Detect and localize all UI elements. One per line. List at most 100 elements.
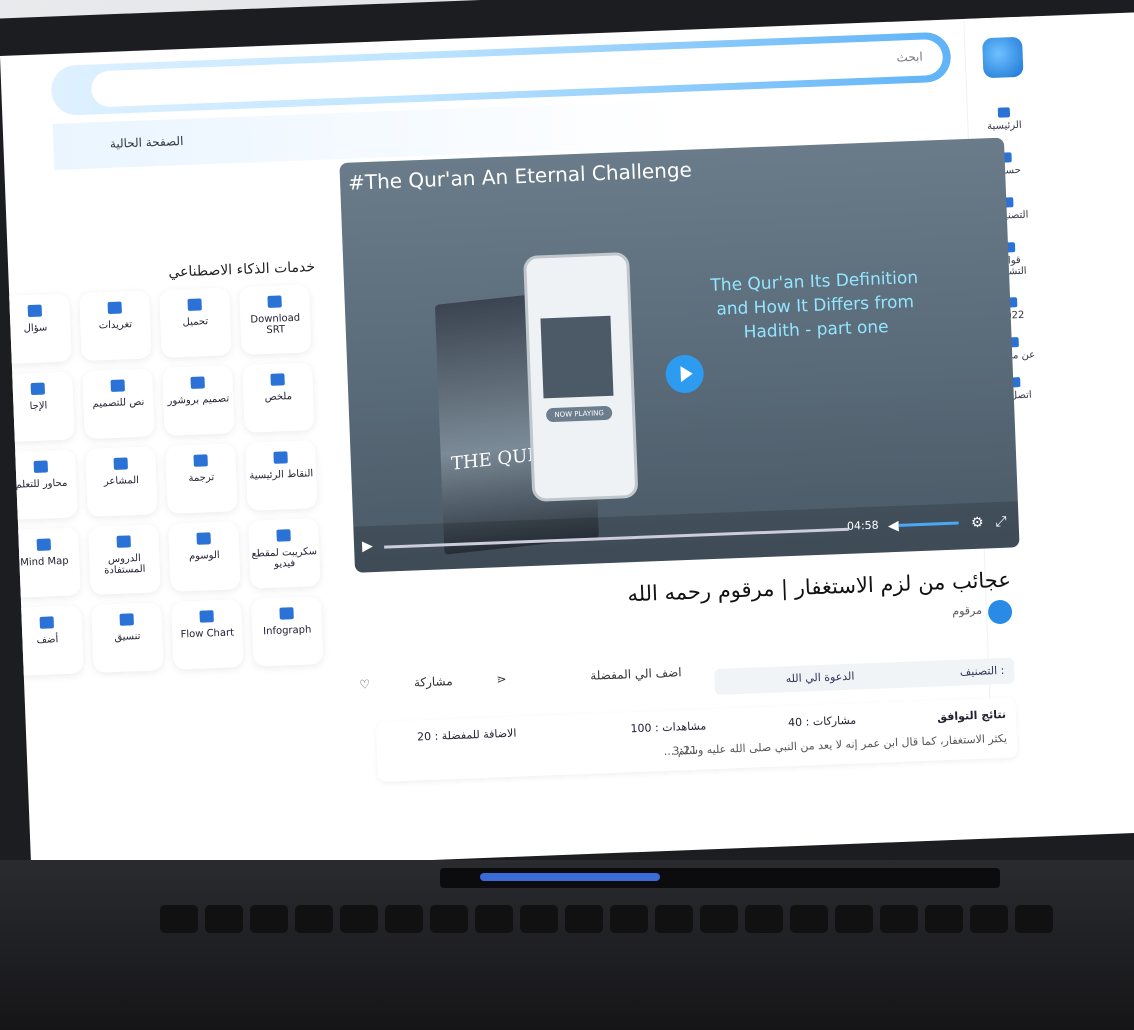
video-player[interactable]: #The Qur'an An Eternal Challenge THE QUR… bbox=[339, 137, 1020, 573]
ai-card-label: ترجمة bbox=[188, 472, 215, 485]
ai-card-label: المشاعر bbox=[103, 474, 140, 488]
play-icon[interactable]: ▶ bbox=[362, 538, 373, 554]
keyboard-key bbox=[610, 905, 648, 933]
play-button[interactable] bbox=[664, 354, 705, 394]
keyboard-key bbox=[385, 905, 423, 933]
keyboard-key bbox=[160, 905, 198, 933]
keyboard-key bbox=[655, 905, 693, 933]
ai-card-video-script[interactable]: سكريبت لمقطع فيديو bbox=[248, 518, 321, 589]
now-playing-label: NOW PLAYING bbox=[545, 405, 613, 423]
ai-card-label: نص للتصميم bbox=[92, 396, 145, 410]
ai-card-label: الدروس المستفادة bbox=[103, 552, 146, 577]
video-overlay-text: The Qur'an Its Definition and How It Dif… bbox=[710, 267, 919, 343]
ai-card-translate[interactable]: ترجمة bbox=[165, 443, 238, 514]
keyboard-key bbox=[925, 905, 963, 933]
ai-card-label: النقاط الرئيسية bbox=[249, 468, 314, 482]
bookmark-icon bbox=[30, 382, 46, 396]
share-icon: ⋖ bbox=[492, 672, 507, 687]
ai-card-lessons[interactable]: الدروس المستفادة bbox=[88, 524, 161, 595]
flowchart-icon bbox=[199, 610, 214, 623]
ai-card-summary[interactable]: ملخص bbox=[242, 362, 315, 433]
phone-cover bbox=[540, 315, 614, 399]
sidebar-item-home[interactable]: الرئيسية bbox=[975, 106, 1034, 132]
presentation-icon bbox=[116, 535, 131, 548]
image-icon bbox=[190, 376, 205, 389]
keyboard-key bbox=[565, 905, 603, 933]
keyboard-key bbox=[880, 905, 918, 933]
settings-icon[interactable]: ⚙ bbox=[971, 515, 984, 531]
plus-icon bbox=[39, 616, 55, 629]
ai-card-infograph[interactable]: Infograph bbox=[251, 596, 324, 667]
ai-card-tags[interactable]: الوسوم bbox=[168, 521, 241, 592]
channel-info[interactable]: مرقوم bbox=[952, 599, 1013, 625]
folder-icon bbox=[267, 295, 282, 308]
ai-card-design-text[interactable]: نص للتصميم bbox=[82, 368, 155, 440]
heart-icon bbox=[113, 457, 128, 470]
touch-bar-slider bbox=[480, 873, 660, 881]
ai-card-key-points[interactable]: النقاط الرئيسية bbox=[245, 440, 318, 511]
search-placeholder: ابحث bbox=[896, 49, 923, 65]
keyboard-key bbox=[475, 905, 513, 933]
ai-card-question[interactable]: سؤال bbox=[0, 293, 72, 365]
ai-card-label: Flow Chart bbox=[180, 627, 235, 641]
ai-card-label: تنسيق bbox=[114, 631, 141, 644]
transcript-snippet: ... يكثر الاستغفار، كما قال ابن عمر إنه … bbox=[663, 731, 1008, 759]
ai-card-format[interactable]: تنسيق bbox=[91, 602, 164, 673]
ai-card-label: الإجا bbox=[29, 400, 48, 413]
app-screen: الرئيسية حسابي التصنيفات قوائم التشغيل 2… bbox=[0, 12, 1134, 876]
brand-logo[interactable] bbox=[982, 36, 1024, 79]
ai-card-flow-chart[interactable]: Flow Chart bbox=[171, 599, 244, 670]
transcript-timecode[interactable]: 3:21 bbox=[672, 744, 697, 758]
ai-card-label: تحميل bbox=[182, 316, 209, 329]
keyboard-key bbox=[790, 905, 828, 933]
ai-card-tweets[interactable]: تغريدات bbox=[79, 290, 152, 362]
volume-icon[interactable]: ◀ bbox=[888, 518, 899, 534]
ai-card-brochure[interactable]: تصميم بروشور bbox=[162, 365, 235, 436]
views-stat: مشاهدات : 100 bbox=[630, 719, 706, 735]
favorites-count: 20 bbox=[416, 729, 432, 744]
keyboard-key bbox=[745, 905, 783, 933]
ai-card-label: أضف bbox=[36, 634, 59, 647]
favorites-stat: الاضافة للمفضلة : 20 bbox=[417, 727, 517, 744]
home-icon bbox=[997, 107, 1011, 118]
ai-card-label: Download SRT bbox=[250, 312, 301, 336]
edit-icon bbox=[119, 613, 134, 626]
lightbulb-icon bbox=[36, 538, 52, 551]
ai-card-label: تصميم بروشور bbox=[167, 393, 230, 407]
twitter-icon bbox=[107, 301, 122, 315]
keyboard-key bbox=[250, 905, 288, 933]
add-favorite-label: اضف الي المفضلة bbox=[589, 665, 682, 683]
progress-bar[interactable] bbox=[384, 527, 849, 549]
time-display: 04:58 bbox=[846, 518, 879, 533]
file-icon bbox=[110, 379, 125, 392]
ai-card-label: محاور للتعلم bbox=[15, 477, 68, 491]
translate-icon bbox=[193, 454, 208, 467]
category-link[interactable]: الدعوة الي الله bbox=[786, 670, 855, 686]
category-label: التصنيف : bbox=[959, 663, 1005, 679]
shares-stat: مشاركات : 40 bbox=[788, 714, 856, 730]
ai-services-title: خدمات الذكاء الاصطناعي bbox=[168, 259, 316, 281]
phone-mockup: NOW PLAYING bbox=[523, 251, 639, 502]
ai-card-download-srt[interactable]: Download SRT bbox=[239, 284, 312, 355]
download-icon bbox=[187, 298, 202, 311]
ai-card-emotions[interactable]: المشاعر bbox=[85, 446, 158, 517]
fullscreen-icon[interactable]: ⤢ bbox=[995, 514, 1007, 530]
infograph-icon bbox=[279, 607, 294, 620]
keyboard-key bbox=[520, 905, 558, 933]
ai-card-label: ملخص bbox=[264, 391, 293, 404]
keyboard-key bbox=[295, 905, 333, 933]
keyboard-key bbox=[1015, 905, 1053, 933]
keyboard-key bbox=[205, 905, 243, 933]
volume-slider[interactable] bbox=[898, 521, 959, 527]
current-page-label: الصفحة الحالية bbox=[109, 134, 184, 151]
channel-name: مرقوم bbox=[952, 603, 983, 618]
sidebar-item-label: الرئيسية bbox=[986, 119, 1022, 133]
share-button[interactable]: ⋖ مشاركة bbox=[414, 670, 547, 690]
favorites-label: الاضافة للمفضلة : bbox=[434, 726, 517, 743]
keyboard-key bbox=[430, 905, 468, 933]
ai-card-download[interactable]: تحميل bbox=[159, 287, 232, 359]
keyboard-key bbox=[970, 905, 1008, 933]
tag-icon bbox=[196, 532, 211, 545]
video-icon bbox=[276, 529, 291, 542]
ai-card-label: تغريدات bbox=[98, 319, 133, 332]
